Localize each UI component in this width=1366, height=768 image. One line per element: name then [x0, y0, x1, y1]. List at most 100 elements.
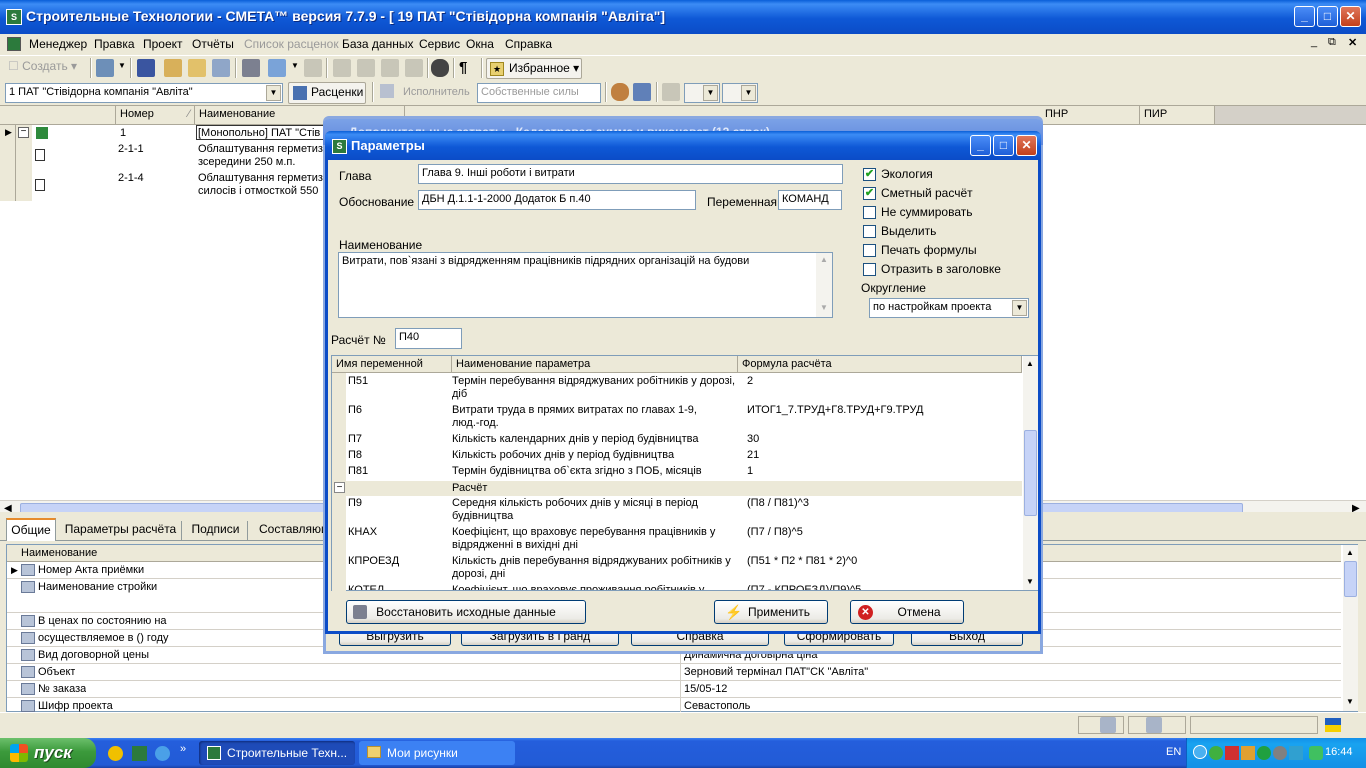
edit-icon[interactable] [188, 59, 206, 77]
tab-general[interactable]: Общие [6, 518, 56, 541]
chevron-down-icon[interactable]: ▼ [703, 85, 718, 101]
layout-icon[interactable] [1100, 717, 1116, 733]
checkbox-icon[interactable] [863, 225, 876, 238]
param-row[interactable]: П6 Витрати труда в прямих витратах по гла… [332, 404, 1022, 433]
checkbox-icon[interactable] [863, 244, 876, 257]
executor-input[interactable]: Собственные силы [477, 83, 601, 103]
restore-defaults-button[interactable]: Восстановить исходные данные [346, 600, 586, 624]
checkbox-icon[interactable] [863, 263, 876, 276]
quicklaunch-icon-1[interactable] [108, 746, 123, 761]
tab-components[interactable]: Составляющ [250, 521, 330, 541]
notes-icon[interactable] [633, 83, 651, 101]
menu-project[interactable]: Проект [139, 36, 187, 52]
tray-back-icon[interactable] [1193, 745, 1207, 759]
tray-safely-remove-icon[interactable] [1289, 746, 1303, 760]
param-row[interactable]: КНАХ Коефіцієнт, що враховує перебування … [332, 526, 1022, 555]
calc-number-field[interactable]: П40 [395, 328, 462, 349]
menu-edit[interactable]: Правка [90, 36, 139, 52]
color-select-1[interactable]: ▼ [684, 83, 720, 103]
tray-update-icon[interactable] [1241, 746, 1255, 760]
menu-database[interactable]: База данных [338, 36, 417, 52]
properties-scrollbar[interactable]: ▲ ▼ [1343, 545, 1358, 711]
save-icon[interactable] [137, 59, 155, 77]
param-row[interactable]: КОТЕЛ Коефіцієнт, що враховує проживання … [332, 584, 1022, 590]
apply-button[interactable]: ⚡ Применить [714, 600, 828, 624]
col-variable-name[interactable]: Имя переменной [332, 356, 452, 373]
property-row[interactable]: Объект Зерновий термінал ПАТ"СК "Авліта" [7, 664, 1341, 681]
quicklaunch-expand-icon[interactable]: » [180, 743, 186, 755]
quicklaunch-icon-3[interactable] [155, 746, 170, 761]
maximize-button[interactable]: □ [1317, 6, 1338, 27]
parameters-scrollbar[interactable]: ▲ ▼ [1023, 356, 1038, 590]
chart-icon[interactable] [164, 59, 182, 77]
language-indicator[interactable]: EN [1166, 746, 1181, 758]
checkbox-icon[interactable]: ✔ [863, 187, 876, 200]
main-title-bar[interactable]: S Строительные Технологии - СМЕТА™ верси… [0, 0, 1366, 34]
grid-icon[interactable] [662, 83, 680, 101]
layout-alt-icon[interactable] [1146, 717, 1162, 733]
project-select[interactable]: 1 ПАТ "Стівідорна компанія "Авліта" ▼ [5, 83, 283, 103]
chevron-down-icon[interactable]: ▼ [1012, 300, 1027, 316]
option-checkbox[interactable]: ✔ Сметный расчёт [863, 185, 1038, 201]
import-dropdown-icon[interactable]: ▼ [291, 61, 299, 70]
dialog-minimize-button[interactable]: _ [970, 135, 991, 156]
option-checkbox[interactable]: Не суммировать [863, 204, 1038, 220]
option-checkbox[interactable]: Выделить [863, 223, 1038, 239]
favorites-button[interactable]: ★ Избранное ▾ [486, 58, 582, 79]
rates-button[interactable]: Расценки [288, 82, 366, 104]
scroll-up-icon[interactable]: ▲ [1346, 548, 1354, 557]
menu-windows[interactable]: Окна [462, 36, 498, 52]
scroll-down-icon[interactable]: ▼ [1026, 577, 1034, 586]
cut-icon[interactable] [333, 59, 351, 77]
property-row[interactable]: № заказа 15/05-12 [7, 681, 1341, 698]
tray-volume-icon[interactable] [1273, 746, 1287, 760]
tray-sync-icon[interactable] [1309, 746, 1323, 760]
col-formula[interactable]: Формула расчёта [738, 356, 1022, 373]
menu-rates-list[interactable]: Список расценок [240, 36, 343, 52]
task-my-pictures[interactable]: Мои рисунки [359, 741, 515, 765]
scroll-up-icon[interactable]: ▲ [820, 255, 828, 264]
scroll-down-icon[interactable]: ▼ [820, 303, 828, 312]
paste-icon[interactable] [381, 59, 399, 77]
task-smeta[interactable]: Строительные Техн... [199, 741, 355, 765]
close-button[interactable]: ✕ [1340, 6, 1361, 27]
param-group-row[interactable]: − Расчёт [332, 481, 1022, 496]
option-checkbox[interactable]: Печать формулы [863, 242, 1038, 258]
mdi-close-icon[interactable]: ✕ [1348, 36, 1357, 49]
minimize-button[interactable]: _ [1294, 6, 1315, 27]
checkbox-icon[interactable]: ✔ [863, 168, 876, 181]
disabled-tool-icon[interactable] [304, 59, 322, 77]
param-row[interactable]: П51 Термін перебування відряджуваних робі… [332, 375, 1022, 404]
param-row[interactable]: П7 Кількість календарних днів у період бу… [332, 433, 1022, 449]
menu-manager[interactable]: Менеджер [25, 36, 91, 52]
col-param-name[interactable]: Наименование параметра [452, 356, 738, 373]
color-select-2[interactable]: ▼ [722, 83, 758, 103]
import-icon[interactable] [268, 59, 286, 77]
tray-network-icon[interactable] [1225, 746, 1239, 760]
dialog-maximize-button[interactable]: □ [993, 135, 1014, 156]
scrollbar-thumb[interactable] [1024, 430, 1037, 516]
export-icon[interactable] [96, 59, 114, 77]
collapse-icon[interactable]: − [18, 127, 29, 138]
chapter-field[interactable]: Глава 9. Інші роботи і витрати [418, 164, 843, 184]
mdi-restore-icon[interactable]: ⧉ [1328, 36, 1336, 49]
rounding-select[interactable]: по настройкам проекта ▼ [869, 298, 1029, 318]
calculator-icon[interactable] [212, 59, 230, 77]
user-icon[interactable] [611, 83, 629, 101]
mdi-minimize-icon[interactable]: _ [1311, 36, 1317, 48]
cancel-button[interactable]: ✕ Отмена [850, 600, 964, 624]
chevron-down-icon[interactable]: ▼ [266, 85, 281, 101]
basis-field[interactable]: ДБН Д.1.1-1-2000 Додаток Б п.40 [418, 190, 696, 210]
col-pir[interactable]: ПИР [1140, 106, 1215, 124]
start-button[interactable]: пуск [0, 738, 96, 768]
checkbox-icon[interactable] [863, 206, 876, 219]
param-row[interactable]: П9 Середня кількість робочих днів у місяц… [332, 497, 1022, 526]
tray-app-icon[interactable] [1257, 746, 1271, 760]
scroll-up-icon[interactable]: ▲ [1026, 359, 1034, 368]
paste-special-icon[interactable] [405, 59, 423, 77]
menu-help[interactable]: Справка [501, 36, 556, 52]
paragraph-icon[interactable]: ¶ [459, 59, 467, 76]
option-checkbox[interactable]: Отразить в заголовке [863, 261, 1038, 277]
scroll-down-icon[interactable]: ▼ [1346, 697, 1354, 706]
option-checkbox[interactable]: ✔ Экология [863, 166, 1038, 182]
